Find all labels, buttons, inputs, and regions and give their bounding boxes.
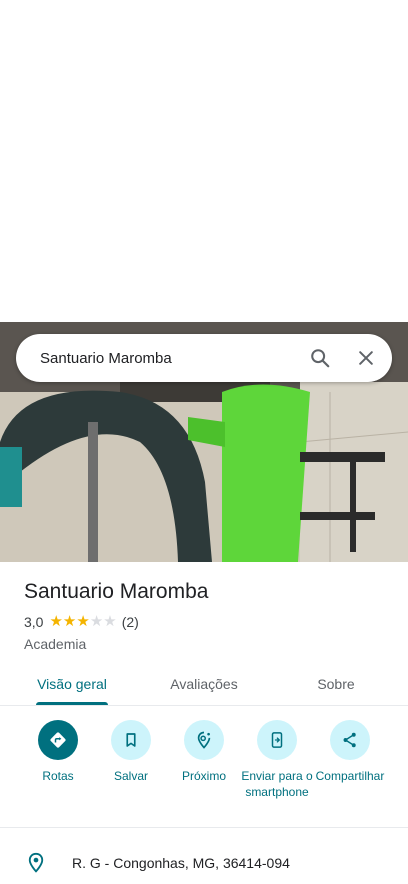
star-icon: ★ [62,613,77,630]
address-text: R. G - Congonhas, MG, 36414-094 [72,855,290,871]
star-icon: ★ [76,613,90,630]
tab-active-indicator [36,702,108,705]
nearby-icon [184,720,224,760]
directions-icon [38,720,78,760]
star-icon: ★ [103,613,117,630]
tab-about[interactable]: Sobre [272,662,400,706]
send-to-phone-label: Enviar para o smartphone [241,769,313,799]
address-row[interactable]: R. G - Congonhas, MG, 36414-094 [0,840,408,884]
star-icon: ★ [89,613,104,630]
place-name: Santuario Maromba [24,580,209,603]
rating-stars: ★ ★ ★ ★ ★ [49,614,116,630]
search-bar[interactable]: Santuario Maromba [16,334,392,382]
search-icon[interactable] [300,338,340,378]
nearby-label: Próximo [181,769,226,783]
section-divider [0,827,408,828]
action-buttons: Rotas Salvar Próximo Enviar para o smart… [0,720,408,826]
bookmark-icon [111,720,151,760]
tab-reviews[interactable]: Avaliações [136,662,272,706]
send-to-phone-button[interactable]: Enviar para o smartphone [239,720,315,800]
search-query[interactable]: Santuario Maromba [40,350,300,367]
directions-button[interactable]: Rotas [20,720,96,784]
rating-value: 3,0 [24,614,44,630]
nearby-button[interactable]: Próximo [166,720,242,784]
map-area-blank [0,0,408,322]
tab-bar: Visão geral Avaliações Sobre [0,662,408,706]
location-pin-icon [26,852,46,879]
place-category[interactable]: Academia [24,636,86,652]
rating-row[interactable]: 3,0 ★ ★ ★ ★ ★ (2) [24,614,139,631]
directions-label: Rotas [42,769,74,783]
share-button[interactable]: Compartilhar [312,720,388,784]
share-icon [330,720,370,760]
close-icon[interactable] [346,338,386,378]
review-count[interactable]: (2) [122,614,139,630]
save-button[interactable]: Salvar [93,720,169,784]
send-to-phone-icon [257,720,297,760]
tab-overview[interactable]: Visão geral [0,662,144,706]
share-label: Compartilhar [315,769,385,783]
star-icon: ★ [49,613,63,630]
save-label: Salvar [113,769,148,783]
